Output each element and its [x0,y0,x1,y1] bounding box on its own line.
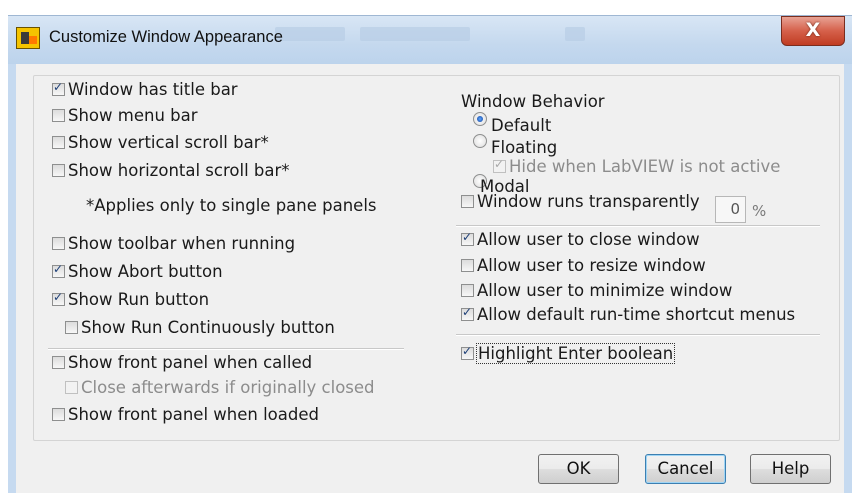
checkbox-show-vertical-scroll-bar[interactable]: Show vertical scroll bar* [52,133,269,152]
separator [48,348,404,350]
checkbox-show-menu-bar[interactable]: Show menu bar [52,106,198,125]
checkbox-show-front-panel-when-called[interactable]: Show front panel when called [52,353,312,372]
radio-default-label[interactable]: Default [491,116,551,135]
background-window-ghost [565,27,585,41]
cancel-button[interactable]: Cancel [645,454,726,484]
checkbox-window-runs-transparently[interactable]: Window runs transparently [461,192,700,211]
separator [456,225,820,227]
checkbox-show-toolbar-when-running[interactable]: Show toolbar when running [52,234,295,253]
checkbox-label: Show Abort button [68,262,223,281]
radio-floating[interactable] [473,134,487,148]
close-button[interactable]: X [781,16,845,46]
checkbox-box[interactable] [461,195,474,208]
checkbox-box[interactable] [52,290,65,306]
checkbox-label: Show toolbar when running [68,234,296,253]
radio-floating-label[interactable]: Floating [491,138,557,157]
checkbox-box[interactable] [65,381,78,394]
background-window-ghost [275,27,345,41]
checkbox-box[interactable] [52,136,65,149]
checkbox-box[interactable] [461,284,474,297]
checkbox-label: Show menu bar [68,106,198,125]
checkbox-label: Window runs transparently [477,192,700,211]
checkbox-close-afterwards[interactable]: Close afterwards if originally closed [65,378,375,397]
checkbox-box[interactable] [461,230,474,246]
radio-default[interactable] [473,112,487,126]
checkbox-label: Allow user to resize window [477,256,706,275]
background-window-ghost [360,27,470,41]
ok-button[interactable]: OK [538,454,619,484]
checkbox-box[interactable] [461,259,474,272]
checkbox-box[interactable] [52,356,65,369]
checkbox-show-run-button[interactable]: Show Run button [52,290,209,309]
checkbox-label: Hide when LabVIEW is not active [509,157,781,176]
help-button[interactable]: Help [750,454,831,484]
checkbox-label: Close afterwards if originally closed [81,378,375,397]
checkbox-label: Window has title bar [68,80,238,99]
checkbox-show-horizontal-scroll-bar[interactable]: Show horizontal scroll bar* [52,161,290,180]
checkbox-box[interactable] [52,80,65,96]
checkbox-box[interactable] [52,408,65,421]
checkbox-label: Show Run button [68,290,210,309]
checkbox-window-has-title-bar[interactable]: Window has title bar [52,80,238,99]
checkbox-label: Show front panel when called [68,353,313,372]
checkbox-label: Show horizontal scroll bar* [68,161,290,180]
checkbox-label: Allow user to minimize window [477,281,733,300]
checkbox-box[interactable] [461,305,474,321]
window-title: Customize Window Appearance [49,28,283,46]
checkbox-box[interactable] [65,321,78,334]
checkbox-label: Show Run Continuously button [81,318,335,337]
checkbox-label: Show front panel when loaded [68,405,319,424]
transparency-unit: % [752,202,767,220]
checkbox-box[interactable] [52,164,65,177]
checkbox-show-run-continuously-button[interactable]: Show Run Continuously button [65,318,335,337]
checkbox-highlight-enter-boolean[interactable]: Highlight Enter boolean [461,343,676,364]
checkbox-box[interactable] [461,344,474,360]
checkbox-allow-close[interactable]: Allow user to close window [461,230,700,249]
labview-app-icon [16,27,40,49]
window-frame-right [844,64,852,493]
checkbox-allow-resize[interactable]: Allow user to resize window [461,256,706,275]
checkbox-box[interactable] [493,157,506,173]
scroll-bar-footnote: *Applies only to single pane panels [86,196,377,215]
separator [456,334,820,336]
window-behavior-label: Window Behavior [461,92,605,111]
checkbox-box[interactable] [52,237,65,250]
checkbox-label: Highlight Enter boolean [475,343,676,364]
checkbox-show-abort-button[interactable]: Show Abort button [52,262,223,281]
checkbox-label: Allow user to close window [477,230,700,249]
close-icon[interactable]: X [806,19,821,41]
checkbox-box[interactable] [52,262,65,278]
checkbox-allow-minimize[interactable]: Allow user to minimize window [461,281,732,300]
window-frame-left [8,64,16,493]
checkbox-label: Show vertical scroll bar* [68,133,269,152]
checkbox-label: Allow default run-time shortcut menus [477,305,796,324]
checkbox-allow-shortcut-menus[interactable]: Allow default run-time shortcut menus [461,305,795,324]
transparency-input[interactable]: 0 [715,196,746,223]
checkbox-box[interactable] [52,109,65,122]
checkbox-hide-when-labview-not-active[interactable]: Hide when LabVIEW is not active [493,157,780,176]
checkbox-show-front-panel-when-loaded[interactable]: Show front panel when loaded [52,405,319,424]
